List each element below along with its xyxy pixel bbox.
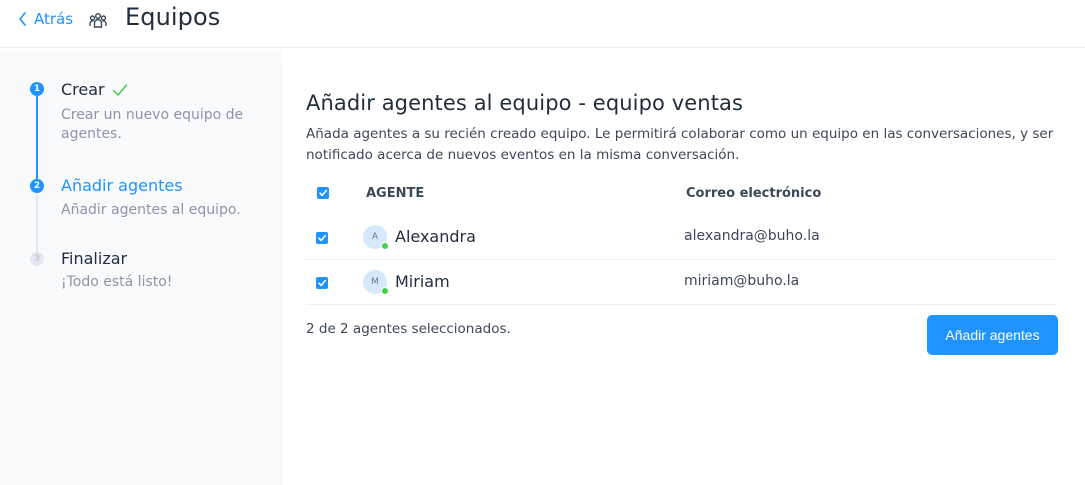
back-label: Atrás [34,10,74,28]
table-row: A Alexandra alexandra@buho.la [306,215,1057,260]
avatar: M [363,270,389,295]
agent-name: Miriam [395,272,450,291]
table-row: M Miriam miriam@buho.la [306,260,1057,305]
step-description: ¡Todo está listo! [61,274,173,290]
checkmark-icon [319,189,327,197]
checkmark-icon [318,234,326,242]
row-checkbox[interactable] [316,277,328,289]
agent-name: Alexandra [395,227,476,246]
avatar-initial: A [371,232,379,242]
online-status-dot [381,242,389,250]
step-number: 3 [30,252,44,266]
column-header-agent: AGENTE [366,186,425,201]
step-description: Crear un nuevo equipo de agentes. [61,107,244,142]
select-all-checkbox[interactable] [317,187,329,199]
step-title: Finalizar [61,249,128,268]
agent-email: miriam@buho.la [684,273,800,289]
avatar: A [363,225,389,250]
avatar-initial: M [371,277,379,287]
chevron-left-icon [19,12,26,26]
column-header-email: Correo electrónico [686,186,822,201]
step-number: 2 [30,179,44,193]
checkmark-icon [318,279,326,287]
page-header: Atrás Equipos [0,0,1085,48]
step-title: Crear [61,80,128,99]
team-icon [89,13,107,28]
online-status-dot [381,287,389,295]
agent-email: alexandra@buho.la [684,228,820,244]
page-title: Equipos [125,3,221,31]
panel-title: Añadir agentes al equipo - equipo ventas [306,91,744,115]
row-checkbox[interactable] [316,232,328,244]
step-connector-pending [36,194,38,254]
step-title: Añadir agentes [61,176,183,195]
check-icon [112,83,127,96]
add-agents-button[interactable]: Añadir agentes [927,315,1058,355]
step-number: 1 [30,82,44,96]
step-title-text: Crear [61,80,105,99]
back-button[interactable]: Atrás [17,10,73,28]
selected-summary: 2 de 2 agentes seleccionados. [306,321,511,337]
add-agents-panel: Añadir agentes al equipo - equipo ventas… [281,66,1085,485]
panel-description: Añada agentes a su recién creado equipo.… [306,126,1054,163]
step-description: Añadir agentes al equipo. [61,202,241,218]
step-connector-done [36,96,38,184]
wizard-sidebar: 1 Crear Crear un nuevo equipo de agentes… [0,49,281,485]
